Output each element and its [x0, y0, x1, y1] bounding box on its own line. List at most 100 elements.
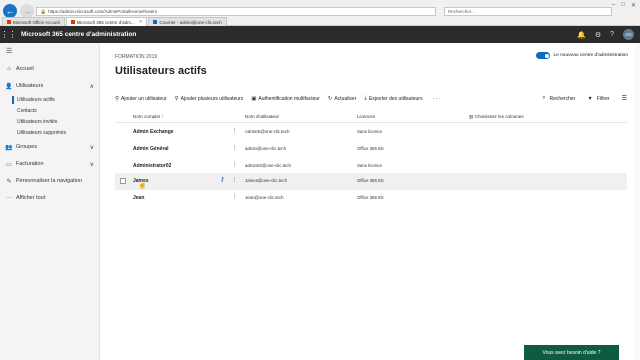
sidebar: ☰ ⌂ Accueil 👤 Utilisateurs ∧ Utilisateur…: [0, 43, 100, 360]
office-favicon-icon: [70, 20, 75, 24]
hamburger-icon[interactable]: ☰: [6, 47, 12, 55]
address-text: https://admin.microsoft.com/AdminPortal/…: [48, 9, 158, 14]
refresh-icon: ↻: [327, 95, 333, 102]
button-label: Choisissez les colonnes: [474, 114, 524, 119]
chevron-up-icon: ∧: [89, 83, 94, 90]
sidebar-item-groupes[interactable]: 👥 Groupes ∨: [0, 141, 100, 153]
sidebar-sub-supprimes[interactable]: Utilisateurs supprimés: [17, 128, 66, 138]
minimize-button[interactable]: –: [612, 2, 615, 9]
row-actions-icon[interactable]: ⋮: [232, 195, 237, 200]
toolbar: ⚲ Ajouter un utilisateur ⚲ Ajouter plusi…: [115, 93, 627, 104]
mfa-button[interactable]: ▣ Authentification multifacteur: [251, 96, 320, 102]
user-icon: 👤: [5, 83, 13, 90]
sidebar-item-label: Accueil: [16, 66, 34, 72]
filter-button[interactable]: ▼ Filtrer: [587, 96, 609, 102]
search-icon: ⌕: [542, 95, 546, 101]
browser-tab-active[interactable]: Microsoft 365 centre d'adm... ✕: [65, 17, 148, 26]
choose-columns-button[interactable]: ▥ Choisissez les colonnes: [469, 114, 524, 120]
row-checkbox[interactable]: [120, 178, 126, 184]
table-row[interactable]: Admin Général ⋮ admin@one-clic.tech Offi…: [115, 141, 627, 158]
app-launcher-icon[interactable]: ⋮⋮: [0, 26, 17, 43]
sidebar-item-afficher-tout[interactable]: ··· Afficher tout: [0, 192, 100, 204]
user-email: admin@one-clic.tech: [245, 146, 287, 151]
gear-icon[interactable]: ⚙: [595, 31, 601, 39]
column-header-username[interactable]: Nom d'utilisateur: [245, 114, 279, 119]
avatar[interactable]: AG: [623, 29, 634, 40]
sidebar-sub-label: Utilisateurs invités: [17, 119, 58, 125]
column-header-licenses[interactable]: Licences: [357, 114, 375, 119]
button-label: Authentification multifacteur: [258, 95, 320, 102]
add-user-button[interactable]: ⚲ Ajouter un utilisateur: [115, 96, 167, 102]
row-actions-icon[interactable]: ⋮: [232, 163, 237, 168]
ellipsis-icon: ···: [6, 195, 12, 201]
sidebar-item-facturation[interactable]: ▭ Facturation ∨: [0, 158, 100, 170]
column-header-name[interactable]: Nom complet ↑: [133, 114, 164, 119]
export-users-button[interactable]: ⤓ Exporter des utilisateurs: [364, 95, 422, 102]
user-name[interactable]: Jean: [133, 195, 144, 201]
add-people-icon: ⚲: [174, 95, 179, 102]
forward-arrow-icon[interactable]: →: [20, 4, 34, 18]
sidebar-sub-invites[interactable]: Utilisateurs invités: [17, 117, 57, 127]
sidebar-sub-utilisateurs-actifs[interactable]: Utilisateurs actifs: [12, 95, 55, 105]
new-admin-center-toggle-wrap: Le nouveau centre d'administration: [536, 52, 628, 59]
lock-icon: ▣: [251, 95, 257, 102]
close-window-button[interactable]: ✕: [631, 2, 636, 9]
button-label: Ajouter plusieurs utilisateurs: [180, 95, 244, 102]
sidebar-item-personnaliser[interactable]: ✎ Personnaliser la navigation: [0, 175, 100, 187]
app-header: ⋮⋮ Microsoft 365 centre d'administration…: [0, 26, 640, 43]
row-actions-icon[interactable]: ⋮: [232, 146, 237, 151]
user-name[interactable]: Admin Général: [133, 146, 169, 152]
browser-search-input[interactable]: Rechercher...: [444, 7, 612, 16]
table-row[interactable]: Jean ⋮ Jean@one-clic.tech Office 365 E5: [115, 190, 627, 207]
refresh-button[interactable]: ↻ Actualiser: [328, 96, 357, 102]
close-tab-icon[interactable]: ✕: [139, 19, 143, 25]
user-email: Jean@one-clic.tech: [245, 195, 284, 200]
sidebar-item-label: Afficher tout: [16, 195, 46, 201]
row-actions-icon[interactable]: ⋮: [232, 129, 237, 134]
table-header: Nom complet ↑ Nom d'utilisateur Licences…: [115, 111, 627, 123]
edit-icon: ✎: [6, 178, 12, 185]
sidebar-item-utilisateurs[interactable]: 👤 Utilisateurs ∧: [0, 80, 100, 92]
tab-label: Courrier - admin@one-clic.tech: [159, 19, 222, 25]
tab-label: Microsoft Office Accueil: [13, 19, 60, 25]
table-row[interactable]: Admin Exchange ⋮ AdminE@one-clic.tech Sa…: [115, 124, 627, 141]
add-multiple-users-button[interactable]: ⚲ Ajouter plusieurs utilisateurs: [175, 96, 244, 102]
reset-password-key-icon[interactable]: ⚷: [220, 176, 224, 183]
user-license: Office 365 E5: [357, 146, 384, 151]
new-admin-center-toggle[interactable]: [536, 52, 551, 59]
browser-tab[interactable]: Microsoft Office Accueil: [2, 17, 65, 26]
browser-search-placeholder: Rechercher...: [448, 9, 475, 14]
sidebar-sub-label: Utilisateurs actifs: [17, 97, 55, 103]
help-icon[interactable]: ?: [610, 31, 614, 38]
bell-icon[interactable]: 🔔: [577, 31, 586, 39]
button-label: Exporter des utilisateurs: [368, 95, 423, 102]
app-title[interactable]: Microsoft 365 centre d'administration: [21, 31, 136, 38]
mouse-pointer-icon: ☝: [138, 182, 147, 189]
search-button[interactable]: ⌕ Rechercher: [542, 95, 575, 102]
user-name[interactable]: Admin Exchange: [133, 129, 174, 135]
address-bar[interactable]: 🔒 https://admin.microsoft.com/AdminPorta…: [36, 7, 436, 16]
user-email: James@one-clic.tech: [245, 178, 288, 183]
browser-tab[interactable]: Courrier - admin@one-clic.tech: [148, 17, 227, 26]
header-icons: 🔔 ⚙ ? AG: [577, 29, 634, 40]
more-actions-button[interactable]: ···: [432, 96, 441, 102]
user-license: Sans licence: [357, 163, 382, 168]
view-options-icon[interactable]: ☰: [622, 95, 627, 102]
user-email: AdminE@one-clic.tech: [245, 129, 290, 134]
sidebar-sub-contacts[interactable]: Contacts: [17, 106, 37, 116]
main-content: FORMATION 2019 Utilisateurs actifs Le no…: [101, 43, 640, 360]
sidebar-item-accueil[interactable]: ⌂ Accueil: [0, 63, 100, 75]
vertical-scrollbar[interactable]: [635, 43, 640, 360]
back-arrow-icon[interactable]: ←: [3, 4, 17, 18]
sidebar-item-label: Personnaliser la navigation: [16, 178, 83, 184]
page-title: Utilisateurs actifs: [115, 65, 207, 77]
help-chat-button[interactable]: Vous avez besoin d'aide ?: [524, 345, 619, 360]
row-actions-icon[interactable]: ⋮: [232, 178, 237, 183]
toolbar-right: ⌕ Rechercher ▼ Filtrer ☰: [542, 93, 627, 104]
browser-tabs: Microsoft Office Accueil Microsoft 365 c…: [2, 17, 227, 26]
sidebar-sub-label: Contacts: [17, 108, 37, 114]
table-row-hovered[interactable]: James ⚷ ⋮ James@one-clic.tech Office 365…: [115, 173, 627, 190]
billing-icon: ▭: [6, 161, 12, 168]
user-name[interactable]: Administrator02: [133, 163, 171, 169]
maximize-button[interactable]: □: [621, 2, 625, 9]
